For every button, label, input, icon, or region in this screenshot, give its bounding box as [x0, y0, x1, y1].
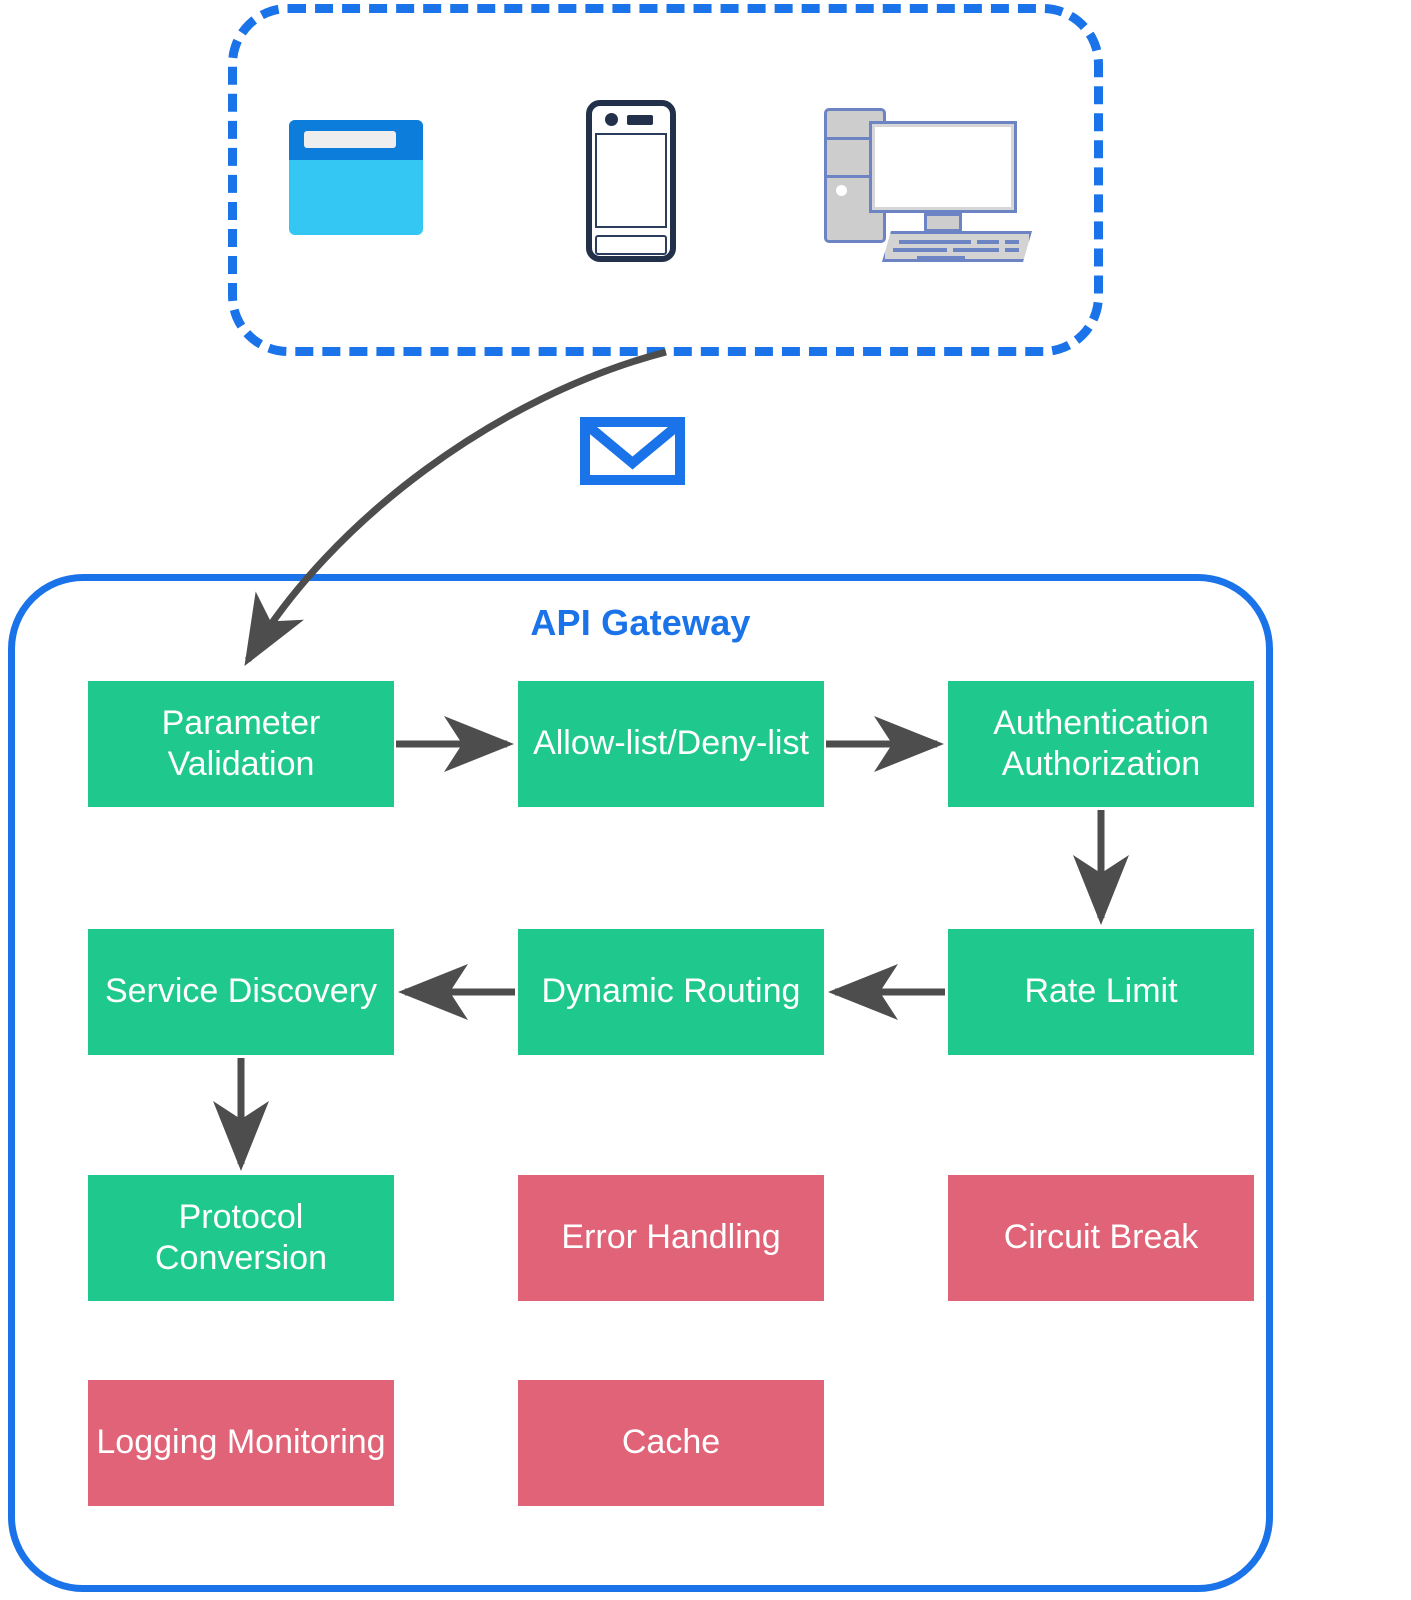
phone-home-button — [595, 235, 667, 255]
browser-window-icon — [289, 120, 423, 235]
box-error-handling[interactable]: Error Handling — [518, 1175, 824, 1301]
keyboard-key-row — [1005, 240, 1019, 244]
phone-camera — [605, 113, 618, 126]
keyboard-key-row — [953, 248, 999, 252]
envelope-icon — [580, 417, 685, 485]
tower-power-button — [836, 185, 847, 196]
keyboard-key-row — [917, 256, 965, 260]
phone-speaker — [627, 115, 653, 125]
keyboard-key-row — [899, 240, 971, 244]
keyboard-key-row — [1005, 248, 1019, 252]
box-logging-monitoring[interactable]: Logging Monitoring — [88, 1380, 394, 1506]
monitor-stand — [924, 213, 962, 232]
desktop-monitor — [869, 121, 1017, 213]
diagram-canvas: API Gateway Parameter Validation Allow-l… — [0, 0, 1411, 1600]
box-circuit-break[interactable]: Circuit Break — [948, 1175, 1254, 1301]
box-dynamic-routing[interactable]: Dynamic Routing — [518, 929, 824, 1055]
box-parameter-validation[interactable]: Parameter Validation — [88, 681, 394, 807]
phone-screen — [595, 133, 667, 228]
box-cache[interactable]: Cache — [518, 1380, 824, 1506]
box-protocol-conversion[interactable]: Protocol Conversion — [88, 1175, 394, 1301]
box-allow-deny-list[interactable]: Allow-list/Deny-list — [518, 681, 824, 807]
desktop-computer-icon — [824, 104, 1037, 264]
desktop-keyboard — [882, 231, 1032, 262]
box-rate-limit[interactable]: Rate Limit — [948, 929, 1254, 1055]
box-authentication-authorization[interactable]: Authentication Authorization — [948, 681, 1254, 807]
keyboard-key-row — [893, 248, 947, 252]
box-service-discovery[interactable]: Service Discovery — [88, 929, 394, 1055]
smartphone-icon — [586, 100, 676, 262]
keyboard-key-row — [977, 240, 999, 244]
browser-url-bar — [304, 131, 396, 148]
api-gateway-title: API Gateway — [530, 602, 751, 643]
